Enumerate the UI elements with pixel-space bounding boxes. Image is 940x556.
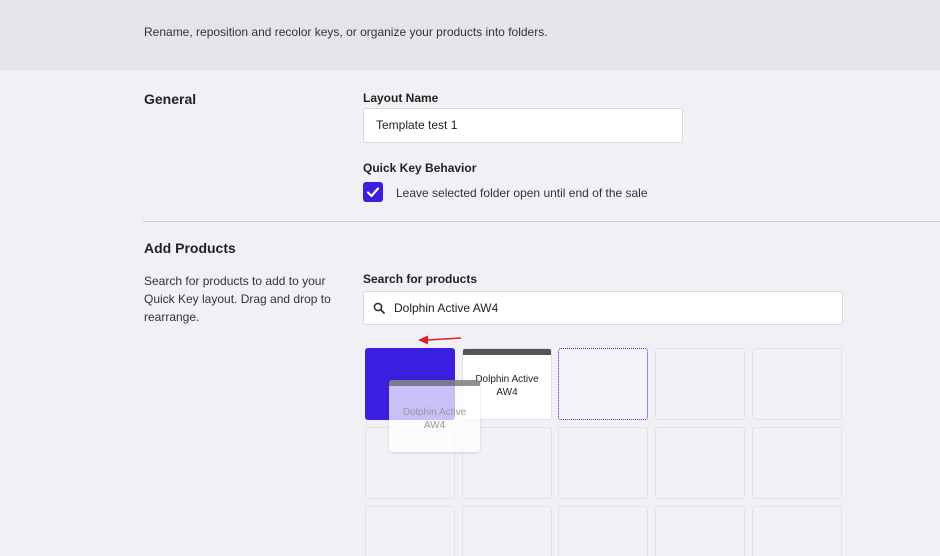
quick-key-empty-slot[interactable] — [462, 506, 552, 556]
section-title-general: General — [144, 91, 197, 107]
layout-name-label: Layout Name — [363, 91, 439, 105]
quick-key-drop-target[interactable] — [558, 348, 648, 420]
quick-key-behavior-label: Quick Key Behavior — [363, 161, 477, 175]
quick-key-empty-slot[interactable] — [558, 427, 648, 499]
quick-key-empty-slot[interactable] — [655, 427, 745, 499]
quick-key-empty-slot[interactable] — [752, 506, 842, 556]
leave-folder-open-label: Leave selected folder open until end of … — [396, 186, 648, 200]
search-value: Dolphin Active AW4 — [394, 301, 499, 315]
search-products-label: Search for products — [363, 272, 478, 286]
quick-key-empty-slot[interactable] — [655, 506, 745, 556]
quick-key-empty-slot[interactable] — [752, 427, 842, 499]
quick-key-empty-slot[interactable] — [655, 348, 745, 420]
page-header: Rename, reposition and recolor keys, or … — [0, 0, 940, 70]
key-color-bar — [463, 349, 551, 355]
section-title-add-products: Add Products — [144, 240, 236, 256]
quick-key-empty-slot[interactable] — [365, 506, 455, 556]
section-divider — [143, 221, 940, 222]
checkmark-icon — [366, 187, 380, 198]
key-color-bar — [389, 380, 480, 386]
page-description: Rename, reposition and recolor keys, or … — [144, 25, 548, 39]
quick-key-empty-slot[interactable] — [558, 506, 648, 556]
product-search-input[interactable]: Dolphin Active AW4 — [363, 291, 843, 325]
add-products-help-text: Search for products to add to your Quick… — [144, 274, 331, 324]
search-icon — [373, 302, 385, 314]
layout-name-input[interactable]: Template test 1 — [363, 108, 683, 143]
drag-direction-arrow-icon — [418, 335, 462, 345]
dragging-quick-key-label: Dolphin Active AW4 — [402, 407, 467, 431]
leave-folder-open-checkbox[interactable] — [363, 182, 383, 202]
dragging-quick-key[interactable]: Dolphin Active AW4 — [389, 380, 480, 452]
quick-key-empty-slot[interactable] — [752, 348, 842, 420]
